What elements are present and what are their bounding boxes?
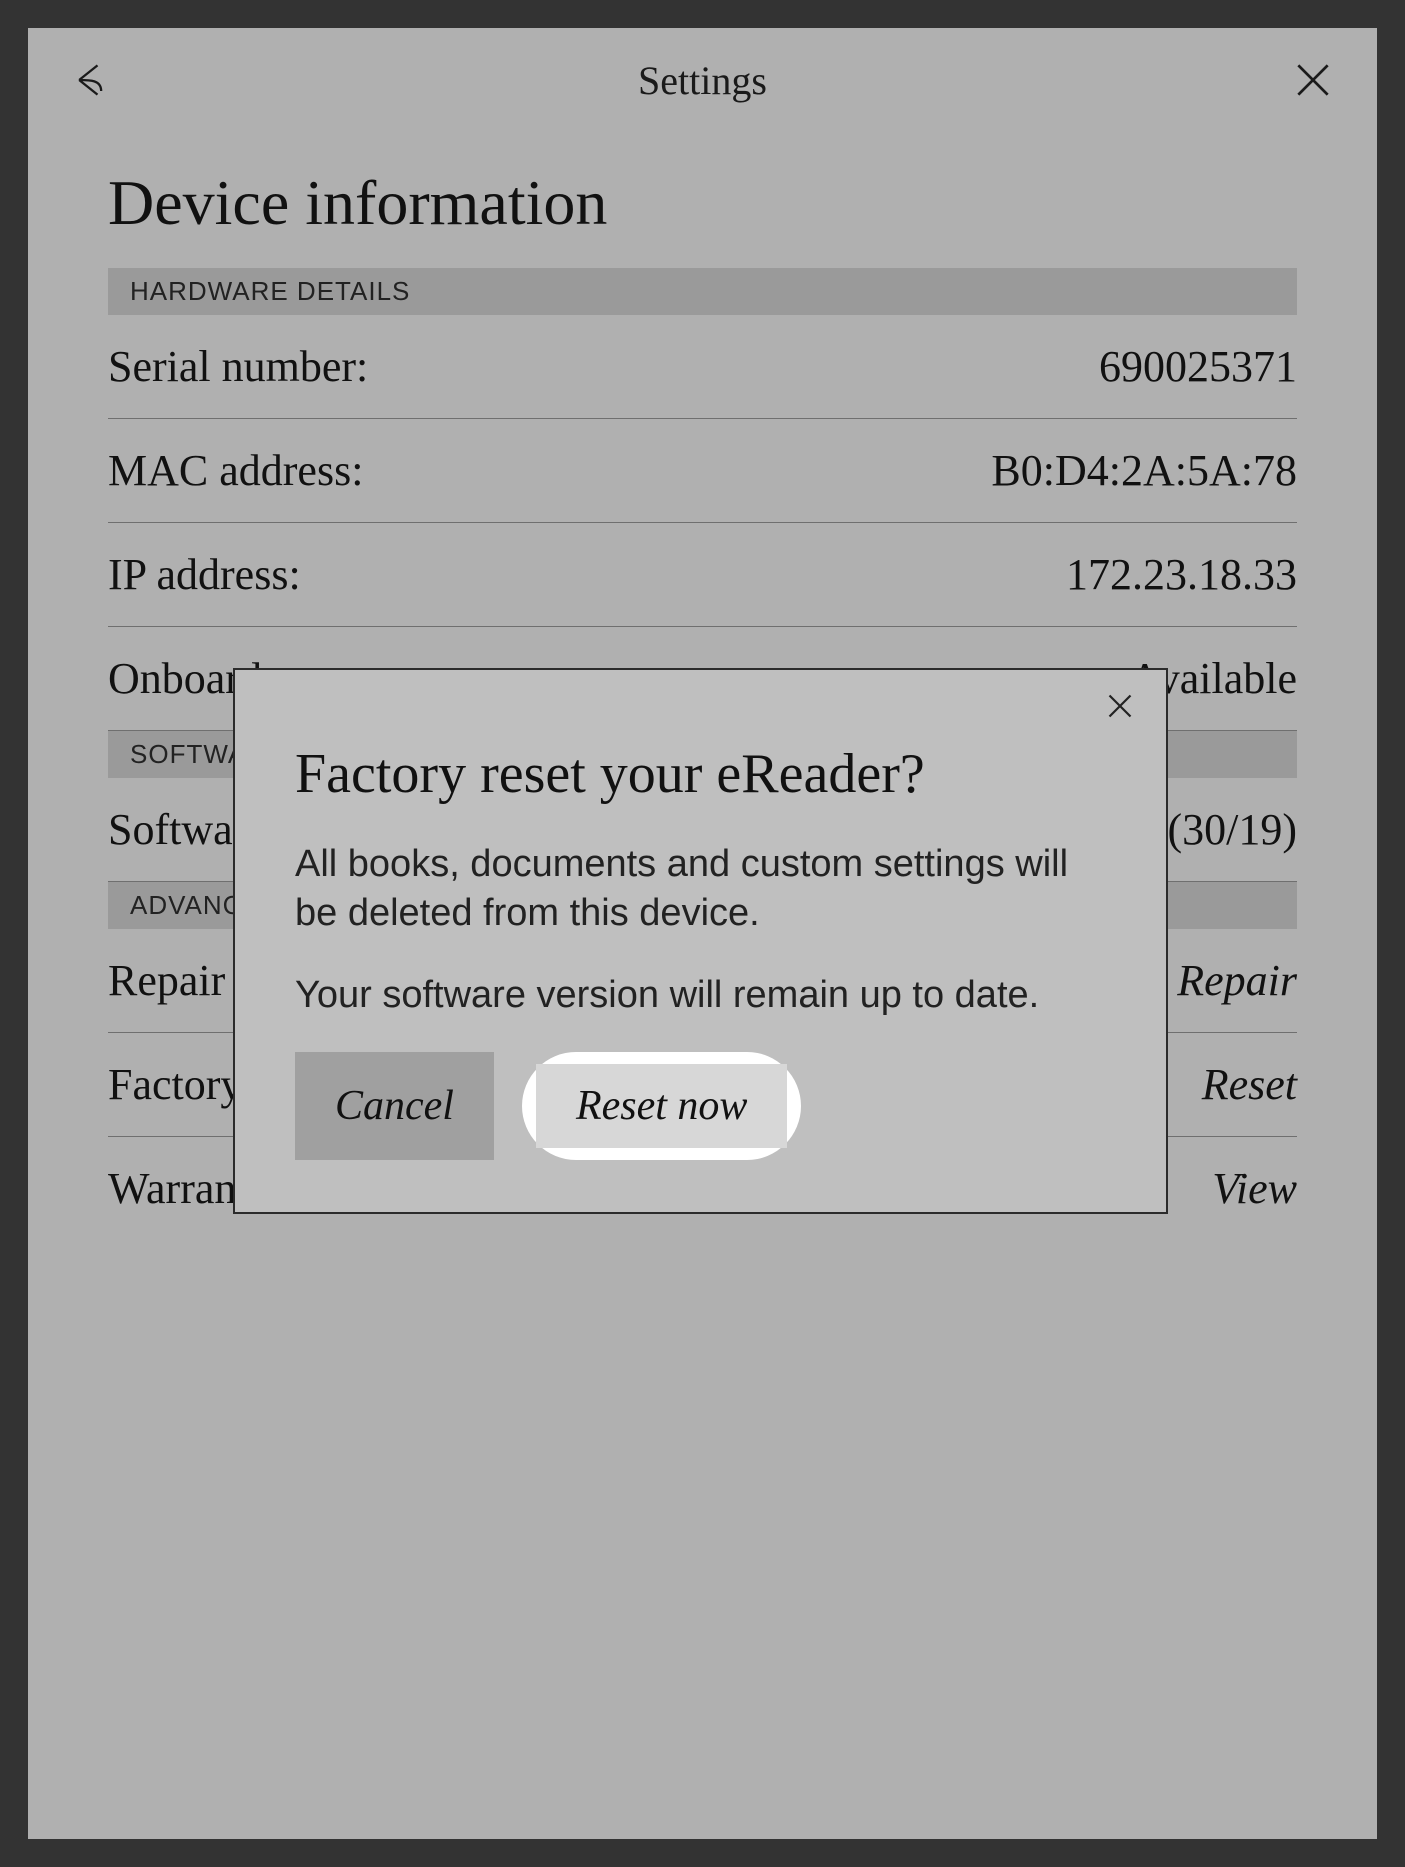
reset-now-button[interactable]: Reset now xyxy=(536,1064,787,1148)
device-frame: Settings Device information HARDWARE DET… xyxy=(0,0,1405,1867)
cancel-button[interactable]: Cancel xyxy=(295,1052,494,1160)
modal-backdrop: Factory reset your eReader? All books, d… xyxy=(28,28,1377,1839)
reset-now-highlight: Reset now xyxy=(522,1052,801,1160)
factory-reset-modal: Factory reset your eReader? All books, d… xyxy=(233,668,1168,1214)
modal-close-icon[interactable] xyxy=(1102,688,1142,728)
modal-text-2: Your software version will remain up to … xyxy=(295,971,1106,1020)
modal-title: Factory reset your eReader? xyxy=(295,742,1106,806)
modal-button-row: Cancel Reset now xyxy=(295,1052,1106,1160)
screen: Settings Device information HARDWARE DET… xyxy=(28,28,1377,1839)
modal-text-1: All books, documents and custom settings… xyxy=(295,840,1106,939)
